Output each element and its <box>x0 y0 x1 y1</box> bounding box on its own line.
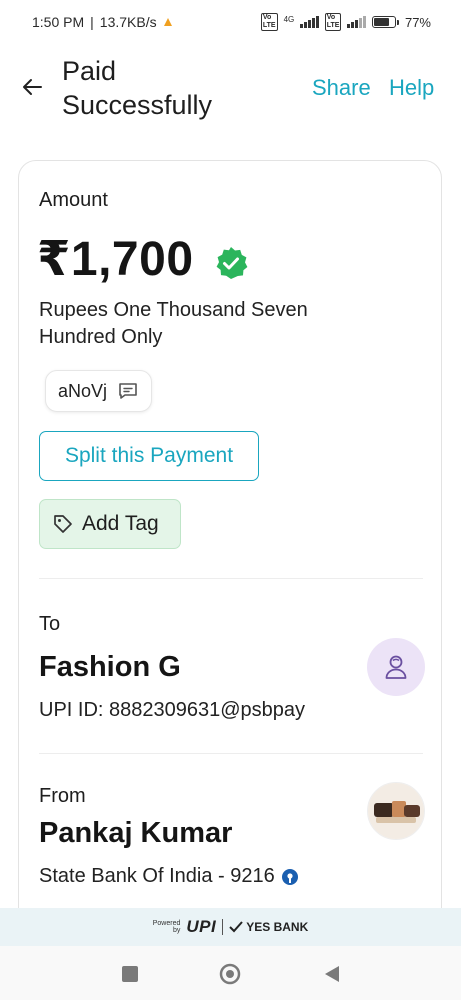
yes-bank-logo: YES BANK <box>229 920 308 934</box>
status-time: 1:50 PM <box>32 14 85 30</box>
verified-icon <box>216 247 248 279</box>
sender-bank-account: State Bank Of India - 9216 <box>39 865 275 887</box>
message-icon <box>119 383 137 399</box>
page-title-text: Paid Successfully <box>62 56 213 120</box>
powered-line-1: Powered <box>152 920 181 927</box>
share-link[interactable]: Share <box>312 75 371 101</box>
powered-line-2: by <box>172 927 181 934</box>
recipient-name: Fashion G <box>39 651 181 683</box>
signal-icon-2 <box>347 16 366 28</box>
back-button[interactable] <box>18 72 48 102</box>
system-nav-bar <box>0 946 461 1000</box>
back-triangle-icon <box>325 966 339 982</box>
header: Paid Successfully Share Help <box>0 50 461 130</box>
help-link[interactable]: Help <box>389 75 434 101</box>
person-icon <box>385 655 407 679</box>
payment-card: Amount ₹1,700 Rupees One Thousand Seven … <box>18 160 442 940</box>
back-arrow-icon <box>23 79 42 95</box>
status-right: Vo LTE 4G Vo LTE 77% <box>260 13 431 31</box>
from-label: From <box>39 785 86 807</box>
divider-2 <box>39 753 423 754</box>
sender-name: Pankaj Kumar <box>39 817 233 849</box>
to-label: To <box>39 613 61 635</box>
yes-bank-text: YES BANK <box>246 920 309 934</box>
payment-note-text: aNoVj <box>58 380 108 401</box>
status-net-speed: 13.7KB/s <box>99 14 157 30</box>
page-title: Paid Successfully <box>62 54 262 122</box>
sender-avatar[interactable] <box>367 782 425 840</box>
profile-photo-icon <box>368 783 424 839</box>
amount-label: Amount <box>39 189 108 211</box>
status-separator: | <box>90 14 94 30</box>
amount-in-words: Rupees One Thousand Seven Hundred Only <box>39 299 308 348</box>
recipient-upi-id: UPI ID: 8882309631@psbpay <box>39 699 306 721</box>
signal-icon <box>300 16 319 28</box>
powered-by-bar: Powered by UPI YES BANK <box>0 908 461 946</box>
recents-button[interactable] <box>118 962 142 986</box>
battery-icon <box>371 16 399 28</box>
volte-icon: Vo LTE <box>260 13 278 31</box>
check-icon <box>229 921 243 933</box>
amount-value: ₹1,700 <box>37 233 194 286</box>
add-tag-label: Add Tag <box>82 512 159 535</box>
sender-bank: State Bank Of India - 9216 <box>39 865 299 888</box>
network-type: 4G <box>283 15 295 24</box>
split-payment-button[interactable]: Split this Payment <box>39 431 259 481</box>
home-circle-icon <box>219 963 241 985</box>
footer-separator <box>222 919 224 935</box>
powered-by-text: Powered by <box>153 920 181 934</box>
back-nav-button[interactable] <box>320 962 344 986</box>
tag-icon <box>54 515 72 533</box>
home-button[interactable] <box>218 962 242 986</box>
payment-note-chip[interactable]: aNoVj <box>45 370 153 412</box>
battery-percent: 77% <box>404 14 431 30</box>
status-left: 1:50 PM | 13.7KB/s <box>32 14 173 30</box>
recipient-avatar[interactable] <box>367 638 425 696</box>
warning-icon <box>163 14 173 30</box>
status-bar: 1:50 PM | 13.7KB/s Vo LTE 4G Vo LTE 77% <box>0 0 461 44</box>
upi-logo: UPI <box>186 917 217 936</box>
square-icon <box>122 966 138 982</box>
add-tag-button[interactable]: Add Tag <box>39 499 181 549</box>
volte-icon-2: Vo LTE <box>324 13 342 31</box>
divider <box>39 578 423 579</box>
sbi-logo-icon <box>281 868 298 885</box>
